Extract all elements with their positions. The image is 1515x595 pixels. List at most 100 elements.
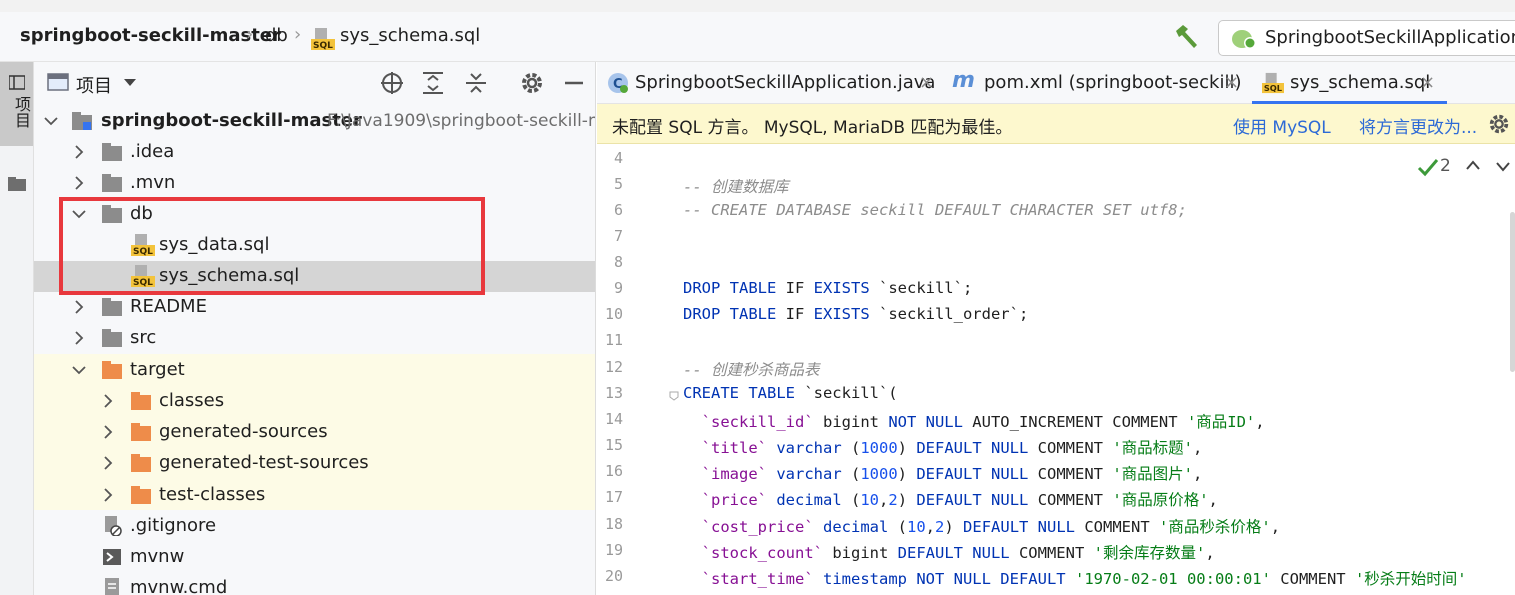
line-number: 19	[604, 541, 623, 559]
gear-icon[interactable]	[519, 70, 545, 96]
collapse-all-icon[interactable]	[463, 70, 489, 96]
excluded-folder-icon	[131, 392, 151, 410]
line-number: 9	[613, 279, 623, 297]
comment-string: '商品原价格'	[1112, 491, 1209, 509]
tree-item-label: mvnw	[130, 546, 185, 567]
maven-icon: m	[952, 68, 975, 93]
code-line-19: `stock_count` bigint DEFAULT NULL COMMEN…	[701, 544, 1215, 562]
chevron-up-icon[interactable]	[1465, 158, 1481, 174]
folder-icon	[102, 329, 122, 347]
sql-file-icon: SQL	[1262, 72, 1284, 93]
comment-string: '秒杀开始时间'	[1354, 570, 1467, 588]
chevron-right-icon[interactable]	[101, 488, 115, 502]
tree-item-test-classes[interactable]: test-classes	[34, 480, 595, 511]
editor-scrollbar[interactable]	[1510, 212, 1515, 372]
tree-item-label: target	[130, 359, 185, 380]
left-tool-strip: 项目	[0, 62, 34, 595]
tree-item-src[interactable]: src	[34, 323, 595, 354]
line-number: 13	[604, 384, 623, 402]
tree-item-generated-sources[interactable]: generated-sources	[34, 417, 595, 448]
project-panel: 项目 springboot-seckill-master F:\Java1909…	[34, 62, 596, 595]
excluded-folder-icon	[102, 361, 122, 379]
tree-item-label: test-classes	[159, 484, 266, 505]
expand-all-icon[interactable]	[420, 70, 446, 96]
code-line-14: `seckill_id` bigint NOT NULL AUTO_INCREM…	[701, 413, 1265, 431]
module-folder-icon	[72, 112, 92, 130]
line-number: 20	[604, 567, 623, 585]
comment-string: '商品图片'	[1112, 465, 1193, 483]
folder-icon[interactable]	[8, 177, 26, 191]
tab-pom-xml[interactable]: m pom.xml (springboot-seckill) ×	[942, 62, 1247, 104]
tab-sys-schema-sql[interactable]: SQL sys_schema.sql ×	[1252, 62, 1447, 104]
text-file-icon	[105, 578, 119, 595]
line-number: 16	[604, 462, 623, 480]
svg-text:SQL: SQL	[313, 41, 333, 50]
breadcrumb-file[interactable]: sys_schema.sql	[340, 25, 480, 46]
code-line-12: -- 创建秒杀商品表	[683, 358, 820, 380]
chevron-down-icon[interactable]	[1495, 158, 1511, 174]
code-line-13: CREATE TABLE `seckill`(	[683, 384, 898, 402]
close-icon[interactable]: ×	[1420, 72, 1435, 93]
chevron-right-icon[interactable]	[72, 145, 86, 159]
tree-item-target[interactable]: target	[34, 355, 595, 386]
tree-item-label: generated-sources	[159, 421, 328, 442]
code-line-18: `cost_price` decimal (10,2) DEFAULT NULL…	[701, 518, 1281, 536]
locate-file-icon[interactable]	[379, 70, 405, 96]
breadcrumb-project[interactable]: springboot-seckill-master	[20, 25, 281, 46]
tree-item-mvnw-cmd[interactable]: mvnw.cmd	[34, 573, 595, 595]
code-line-20: `start_time` timestamp NOT NULL DEFAULT …	[701, 570, 1467, 588]
inspection-ok-icon[interactable]	[1417, 156, 1439, 178]
line-number: 10	[604, 305, 623, 323]
project-tab-label: 项目	[12, 96, 31, 128]
project-panel-toolbar: 项目	[34, 62, 595, 104]
minimize-icon[interactable]	[561, 70, 587, 96]
code-line-6: -- CREATE DATABASE seckill DEFAULT CHARA…	[683, 201, 1187, 219]
line-number: 8	[613, 253, 623, 271]
chevron-right-icon[interactable]	[101, 394, 115, 408]
chevron-down-icon[interactable]	[123, 78, 137, 88]
chevron-down-icon[interactable]	[44, 114, 58, 128]
ignored-file-icon	[105, 516, 122, 536]
tree-item-label: README	[130, 296, 207, 317]
tree-item-idea[interactable]: .idea	[34, 137, 595, 168]
highlight-annotation-box	[59, 197, 485, 295]
chevron-right-icon[interactable]	[72, 331, 86, 345]
tree-item-project-root[interactable]: springboot-seckill-master F:\Java1909\sp…	[34, 106, 595, 137]
tree-item-generated-test-sources[interactable]: generated-test-sources	[34, 448, 595, 479]
close-icon[interactable]: ×	[1224, 72, 1239, 93]
excluded-folder-icon	[131, 486, 151, 504]
line-number: 4	[613, 149, 623, 167]
close-icon[interactable]: ×	[919, 72, 934, 93]
gear-icon[interactable]	[1487, 112, 1511, 136]
java-class-icon: C	[608, 73, 628, 93]
fold-marker-icon[interactable]	[669, 391, 679, 401]
tab-springboot-application[interactable]: C SpringbootSeckillApplication.java ×	[597, 62, 942, 104]
line-number: 5	[613, 175, 623, 193]
tree-item-readme[interactable]: README	[34, 292, 595, 323]
tab-label: sys_schema.sql	[1290, 72, 1431, 93]
line-number: 15	[604, 436, 623, 454]
tree-item-mvn[interactable]: .mvn	[34, 168, 595, 199]
chevron-right-icon[interactable]	[101, 425, 115, 439]
inspection-count[interactable]: 2	[1440, 156, 1451, 176]
change-dialect-link[interactable]: 将方言更改为...	[1359, 113, 1477, 138]
excluded-folder-icon	[131, 423, 151, 441]
chevron-right-icon[interactable]	[72, 176, 86, 190]
use-mysql-link[interactable]: 使用 MySQL	[1233, 113, 1331, 138]
tree-item-mvnw[interactable]: mvnw	[34, 542, 595, 573]
project-view-icon	[47, 73, 69, 91]
tree-item-gitignore[interactable]: .gitignore	[34, 511, 595, 542]
editor-tab-bar: C SpringbootSeckillApplication.java × m …	[597, 62, 1515, 104]
code-line-9: DROP TABLE IF EXISTS `seckill`;	[683, 279, 973, 297]
project-panel-title[interactable]: 项目	[76, 72, 112, 98]
chevron-down-icon[interactable]	[72, 363, 86, 377]
tree-item-classes[interactable]: classes	[34, 386, 595, 417]
build-hammer-icon[interactable]	[1172, 23, 1200, 51]
project-tool-window-tab[interactable]: 项目	[0, 62, 33, 146]
tree-item-label: classes	[159, 390, 225, 411]
run-configuration-selector[interactable]: SpringbootSeckillApplication	[1218, 20, 1515, 56]
code-editor[interactable]: 4 5 6 7 8 9 10 11 12 13 14 15 16 17 18 1…	[597, 144, 1515, 595]
chevron-right-icon[interactable]	[72, 300, 86, 314]
chevron-right-icon[interactable]	[101, 456, 115, 470]
breadcrumb-folder[interactable]: db	[265, 25, 288, 46]
